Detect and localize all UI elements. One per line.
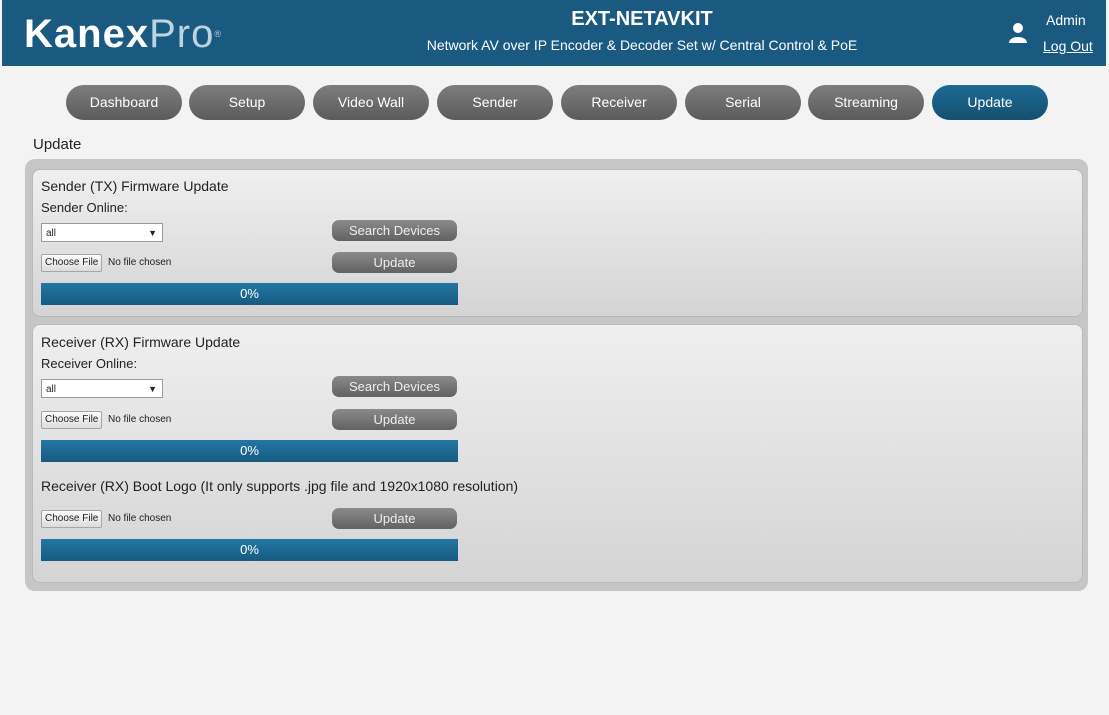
- user-icon: [1009, 23, 1027, 43]
- sender-file-status: No file chosen: [108, 257, 172, 268]
- update-panel: Sender (TX) Firmware Update Sender Onlin…: [25, 159, 1088, 591]
- sender-section-title: Sender (TX) Firmware Update: [41, 178, 229, 194]
- sender-choose-file-button[interactable]: Choose File: [41, 254, 103, 272]
- sender-update-button[interactable]: Update: [332, 252, 457, 273]
- product-title: EXT-NETAVKIT: [571, 8, 713, 30]
- boot-logo-choose-file-button[interactable]: Choose File: [41, 510, 103, 528]
- sender-online-label: Sender Online:: [41, 200, 128, 215]
- receiver-choose-file-button[interactable]: Choose File: [41, 411, 103, 429]
- tab-receiver[interactable]: Receiver: [561, 85, 677, 120]
- boot-logo-section-title: Receiver (RX) Boot Logo (It only support…: [41, 478, 519, 494]
- tab-setup[interactable]: Setup: [189, 85, 305, 120]
- logout-link[interactable]: Log Out: [1043, 38, 1093, 54]
- sender-firmware-card: Sender (TX) Firmware Update Sender Onlin…: [32, 169, 1083, 317]
- receiver-update-button[interactable]: Update: [332, 409, 457, 430]
- boot-logo-progress-bar: 0%: [41, 539, 458, 561]
- sender-select[interactable]: all ▼: [41, 223, 163, 242]
- receiver-select-value: all: [46, 384, 57, 395]
- boot-logo-file-status: No file chosen: [108, 513, 172, 524]
- receiver-firmware-card: Receiver (RX) Firmware Update Receiver O…: [32, 324, 1083, 583]
- page-title: Update: [33, 136, 82, 153]
- sender-select-value: all: [46, 228, 57, 239]
- tab-update[interactable]: Update: [932, 85, 1048, 120]
- sender-progress-bar: 0%: [41, 283, 458, 305]
- tab-serial[interactable]: Serial: [685, 85, 801, 120]
- kanexpro-logo: KanexPro®: [24, 12, 222, 56]
- chevron-down-icon: ▼: [148, 384, 157, 394]
- chevron-down-icon: ▼: [148, 228, 157, 238]
- tab-video-wall[interactable]: Video Wall: [313, 85, 429, 120]
- boot-logo-update-button[interactable]: Update: [332, 508, 457, 529]
- sender-search-devices-button[interactable]: Search Devices: [332, 220, 457, 241]
- receiver-file-status: No file chosen: [108, 414, 172, 425]
- user-name: Admin: [1046, 12, 1086, 28]
- tab-dashboard[interactable]: Dashboard: [66, 85, 182, 120]
- tab-sender[interactable]: Sender: [437, 85, 553, 120]
- receiver-progress-bar: 0%: [41, 440, 458, 462]
- receiver-section-title: Receiver (RX) Firmware Update: [41, 334, 241, 350]
- receiver-search-devices-button[interactable]: Search Devices: [332, 376, 457, 397]
- receiver-online-label: Receiver Online:: [41, 356, 138, 371]
- product-subtitle: Network AV over IP Encoder & Decoder Set…: [426, 37, 858, 53]
- tab-streaming[interactable]: Streaming: [808, 85, 924, 120]
- receiver-select[interactable]: all ▼: [41, 379, 163, 398]
- header-bar: KanexPro® EXT-NETAVKIT Network AV over I…: [2, 0, 1106, 66]
